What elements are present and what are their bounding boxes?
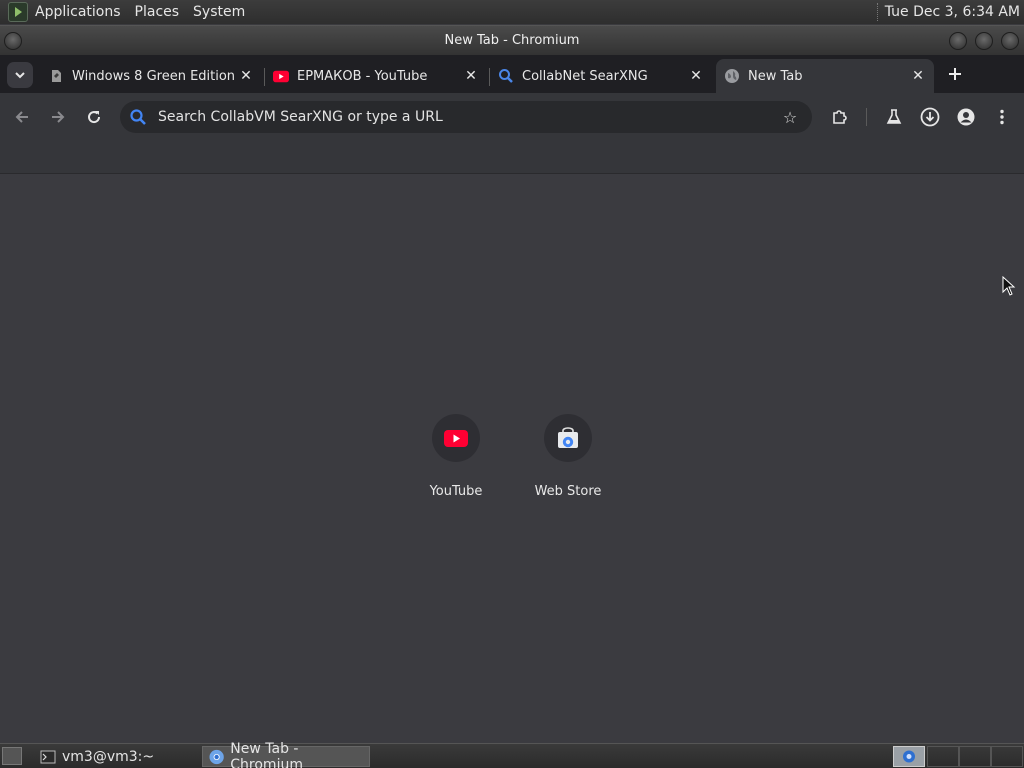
forward-button[interactable] (46, 105, 70, 129)
youtube-icon (273, 68, 289, 84)
workspace-4[interactable] (991, 746, 1023, 767)
workspace-1[interactable] (893, 746, 925, 767)
clock[interactable]: Tue Dec 3, 6:34 AM (885, 4, 1024, 20)
new-tab-button[interactable] (944, 63, 966, 85)
reload-button[interactable] (82, 105, 106, 129)
downloads-button[interactable] (918, 105, 942, 129)
person-icon (957, 108, 975, 126)
chromium-icon (903, 750, 915, 763)
chevron-down-icon (15, 72, 25, 79)
globe-icon (724, 68, 740, 84)
tab-searxng[interactable]: CollabNet SearXNG ✕ (490, 59, 712, 93)
menu-system[interactable]: System (186, 0, 252, 24)
more-vert-icon (1000, 109, 1004, 125)
workspace-2[interactable] (927, 746, 959, 767)
tab-strip: Windows 8 Green Edition ✕ ЕРМАКОВ - YouT… (0, 55, 1024, 93)
taskbar-item-chromium[interactable]: New Tab - Chromium (202, 741, 370, 768)
close-tab-icon[interactable]: ✕ (686, 66, 706, 86)
terminal-icon (40, 750, 56, 763)
tab-title: ЕРМАКОВ - YouTube (297, 68, 428, 84)
chromium-icon (209, 749, 224, 764)
arrow-right-icon (52, 111, 65, 123)
minimize-icon[interactable] (949, 32, 967, 50)
labs-button[interactable] (882, 105, 906, 129)
webstore-icon (544, 414, 592, 462)
omnibox[interactable]: Search CollabVM SearXNG or type a URL ☆ (120, 101, 812, 133)
taskbar-item-terminal[interactable]: vm3@vm3:~ (34, 746, 198, 767)
tab-title: New Tab (748, 68, 803, 84)
bookmark-bar (0, 141, 1024, 174)
window-titlebar[interactable]: New Tab - Chromium (0, 25, 1024, 55)
close-tab-icon[interactable]: ✕ (236, 66, 256, 86)
profile-button[interactable] (954, 105, 978, 129)
tab-youtube[interactable]: ЕРМАКОВ - YouTube ✕ (265, 59, 487, 93)
omnibox-placeholder: Search CollabVM SearXNG or type a URL (158, 109, 443, 125)
close-tab-icon[interactable]: ✕ (461, 66, 481, 86)
mouse-cursor-icon (1002, 276, 1016, 296)
search-engine-icon (128, 107, 148, 127)
youtube-icon (432, 414, 480, 462)
top-panel: Applications Places System Tue Dec 3, 6:… (0, 0, 1024, 24)
reload-icon (88, 111, 101, 124)
panel-separator (876, 3, 879, 21)
file-icon (48, 68, 64, 84)
menu-button[interactable] (990, 105, 1014, 129)
tab-search-button[interactable] (7, 62, 33, 88)
new-tab-page: YouTube Web Store (0, 174, 1024, 743)
bottom-panel: vm3@vm3:~ New Tab - Chromium (0, 741, 1024, 768)
window-title: New Tab - Chromium (444, 33, 580, 48)
tab-title: Windows 8 Green Edition (72, 68, 236, 84)
window-menu-icon[interactable] (4, 32, 22, 50)
back-button[interactable] (10, 105, 34, 129)
menu-places[interactable]: Places (128, 0, 187, 24)
shortcut-web-store[interactable]: Web Store (512, 414, 624, 526)
taskbar-item-label: New Tab - Chromium (230, 740, 303, 768)
puzzle-icon (833, 110, 847, 124)
arrow-left-icon (15, 111, 28, 123)
shortcut-label: Web Store (534, 484, 602, 499)
tab-windows8[interactable]: Windows 8 Green Edition ✕ (40, 59, 262, 93)
flask-icon (886, 109, 902, 124)
show-desktop-icon[interactable] (2, 747, 22, 765)
tab-title: CollabNet SearXNG (522, 68, 648, 84)
close-tab-icon[interactable]: ✕ (908, 66, 928, 86)
extensions-button[interactable] (828, 105, 852, 129)
shortcut-label: YouTube (429, 484, 483, 499)
distro-logo-icon[interactable] (8, 2, 28, 22)
bookmark-star-icon[interactable]: ☆ (780, 107, 800, 127)
menu-applications[interactable]: Applications (28, 0, 128, 24)
download-icon (920, 107, 940, 127)
maximize-icon[interactable] (975, 32, 993, 50)
shortcut-youtube[interactable]: YouTube (400, 414, 512, 526)
close-window-icon[interactable] (1001, 32, 1019, 50)
workspace-3[interactable] (959, 746, 991, 767)
plus-icon (949, 68, 961, 80)
search-icon (498, 68, 514, 84)
toolbar-divider (866, 108, 867, 126)
tab-new-tab[interactable]: New Tab ✕ (716, 59, 934, 93)
taskbar-item-label: vm3@vm3:~ (62, 748, 155, 765)
